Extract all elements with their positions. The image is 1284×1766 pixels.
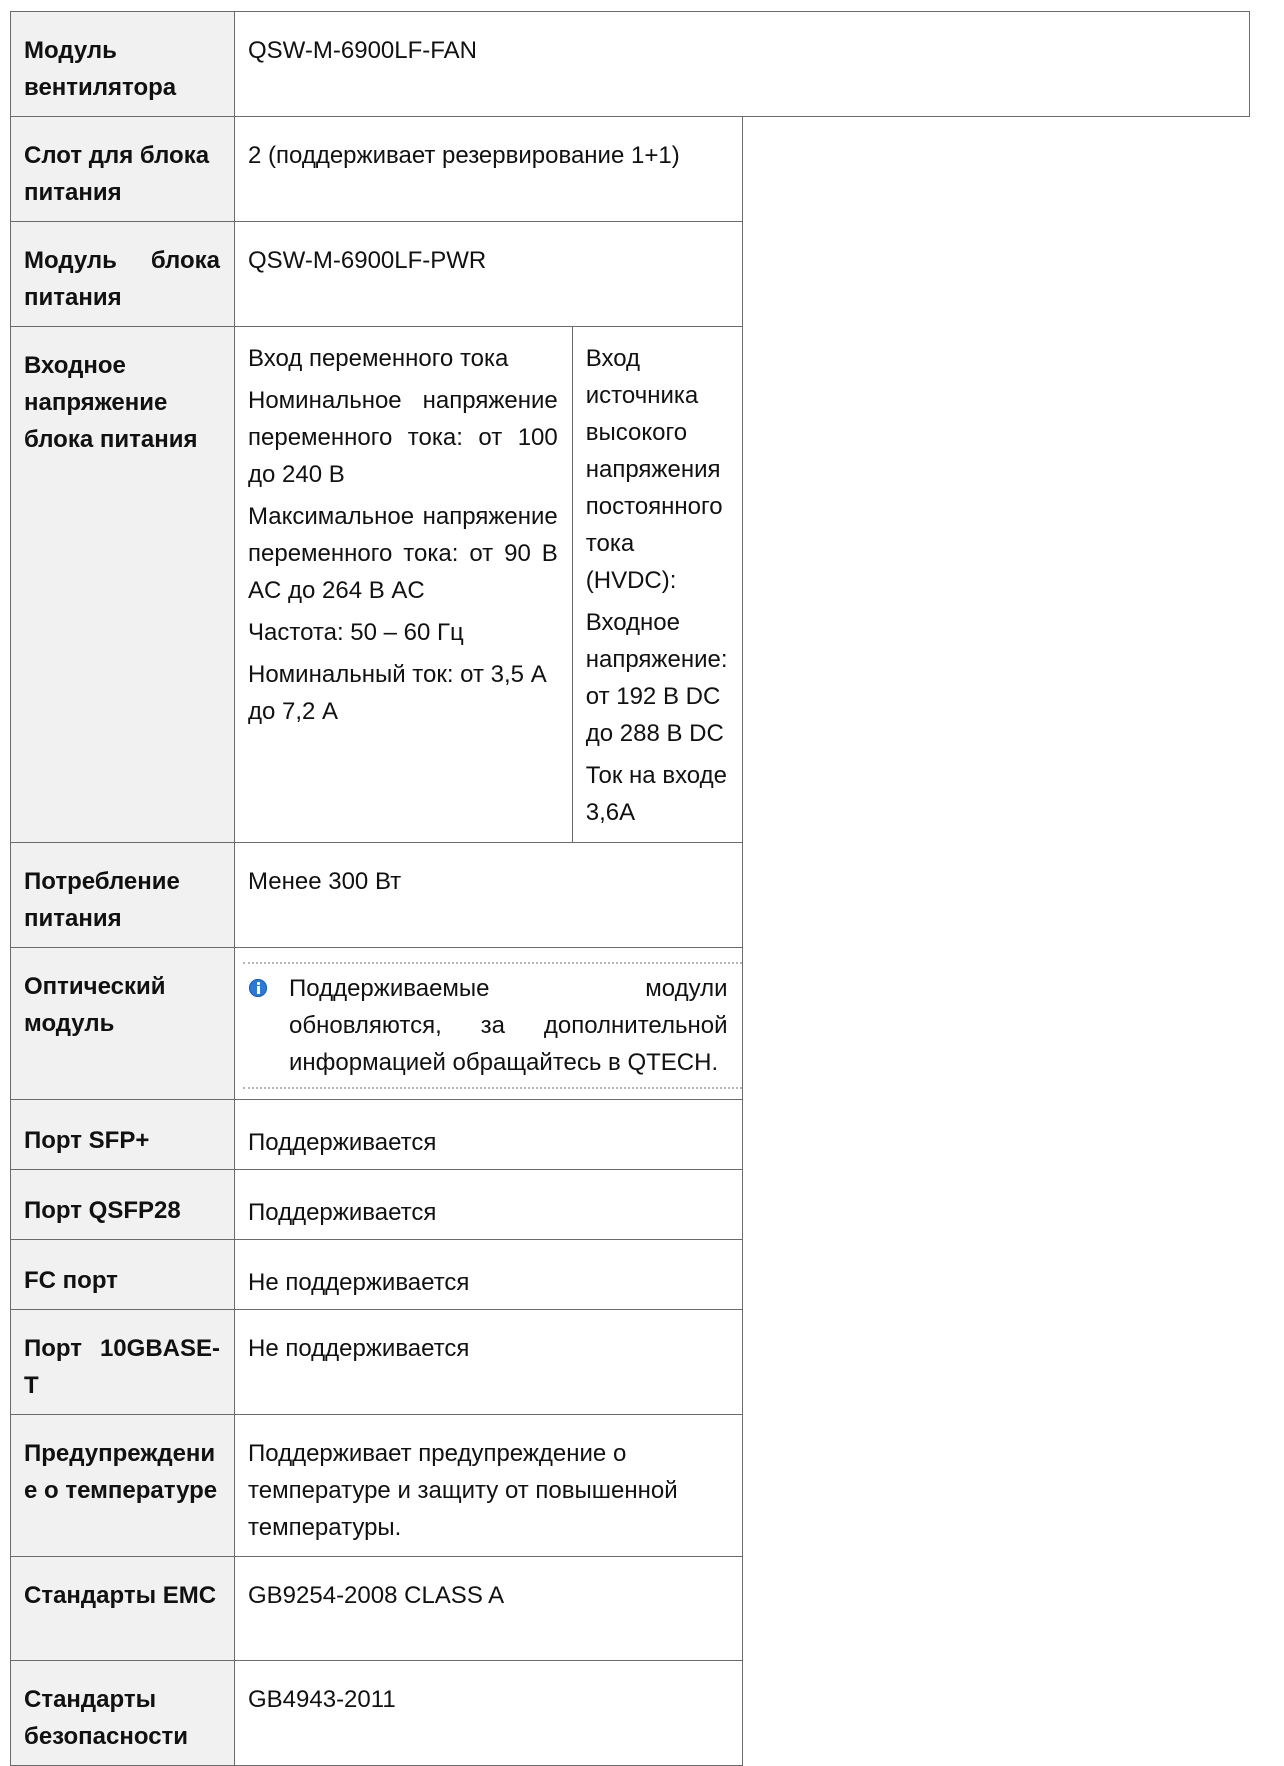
table-row: Порт SFP+ Поддерживается [10,1099,1250,1170]
ac-input-column: Вход переменного тока Номинальное напряж… [235,327,573,842]
row-label: Входное напряжение блока питания [10,326,235,843]
spec-table: Модуль вентилятора QSW-M-6900LF-FAN Слот… [10,11,1250,1766]
table-row: Предупреждение о температуре Поддерживае… [10,1414,1250,1557]
row-value: Менее 300 Вт [234,842,743,948]
table-row: Стандарты EMC GB9254-2008 CLASS A [10,1556,1250,1661]
row-value: GB4943-2011 [234,1660,743,1766]
row-value: QSW-M-6900LF-FAN [234,11,1250,117]
row-label: Стандарты безопасности [10,1660,235,1766]
table-row: FC порт Не поддерживается [10,1239,1250,1310]
row-label: Оптический модуль [10,947,235,1100]
note-text: Поддерживаемые модули обновляются, за до… [289,975,728,1076]
ac-input-title: Вход переменного тока [248,345,509,372]
table-row: Модуль блока питания QSW-M-6900LF-PWR [10,221,1250,327]
row-label: Потребление питания [10,842,235,948]
info-note: Поддерживаемые модули обновляются, за до… [243,962,742,1089]
table-row: Слот для блока питания 2 (поддерживает р… [10,116,1250,222]
row-value: Поддерживает предупреждение о температур… [234,1414,743,1557]
row-value: GB9254-2008 CLASS A [234,1556,743,1661]
hvdc-input-title: Вход источника высокого напряжения посто… [585,345,723,594]
table-row: Оптический модуль Поддерживаемые модули … [10,947,1250,1100]
ac-max-voltage: Максимальное напряжение переменного тока… [248,503,558,604]
hvdc-input-voltage: Входное напряжение: от 192 В DC до 288 В… [585,609,728,747]
ac-nominal-voltage: Номинальное напряжение переменного тока:… [248,387,558,488]
table-row: Порт 10GBASE-T Не поддерживается [10,1309,1250,1415]
table-row: Стандарты безопасности GB4943-2011 [10,1660,1250,1766]
row-label: Предупреждение о температуре [10,1414,235,1557]
row-label: Порт QSFP28 [10,1169,235,1240]
row-label: FC порт [10,1239,235,1310]
ac-frequency: Частота: 50 – 60 Гц [248,619,464,646]
note-cell: Поддерживаемые модули обновляются, за до… [234,947,743,1100]
row-value: Поддерживается [234,1169,743,1240]
row-label: Модуль вентилятора [10,11,235,117]
table-row: Потребление питания Менее 300 Вт [10,842,1250,948]
row-value: Не поддерживается [234,1239,743,1310]
row-label: Стандарты EMC [10,1556,235,1661]
row-value: QSW-M-6900LF-PWR [234,221,743,327]
hvdc-input-column: Вход источника высокого напряжения посто… [573,327,742,842]
row-value: Не поддерживается [234,1309,743,1415]
table-row: Порт QSFP28 Поддерживается [10,1169,1250,1240]
row-value: 2 (поддерживает резервирование 1+1) [234,116,743,222]
row-value: Поддерживается [234,1099,743,1170]
row-label: Слот для блока питания [10,116,235,222]
psu-input-grid: Вход переменного тока Номинальное напряж… [235,327,742,842]
info-icon [249,979,267,997]
table-row: Модуль вентилятора QSW-M-6900LF-FAN [10,11,1250,117]
row-label: Порт 10GBASE-T [10,1309,235,1415]
ac-nominal-current: Номинальный ток: от 3,5 А до 7,2 А [248,661,547,725]
hvdc-input-current: Ток на входе 3,6А [585,762,727,826]
row-label: Модуль блока питания [10,221,235,327]
table-row: Входное напряжение блока питания Вход пе… [10,326,1250,843]
row-label: Порт SFP+ [10,1099,235,1170]
psu-input-cell: Вход переменного тока Номинальное напряж… [234,326,743,843]
